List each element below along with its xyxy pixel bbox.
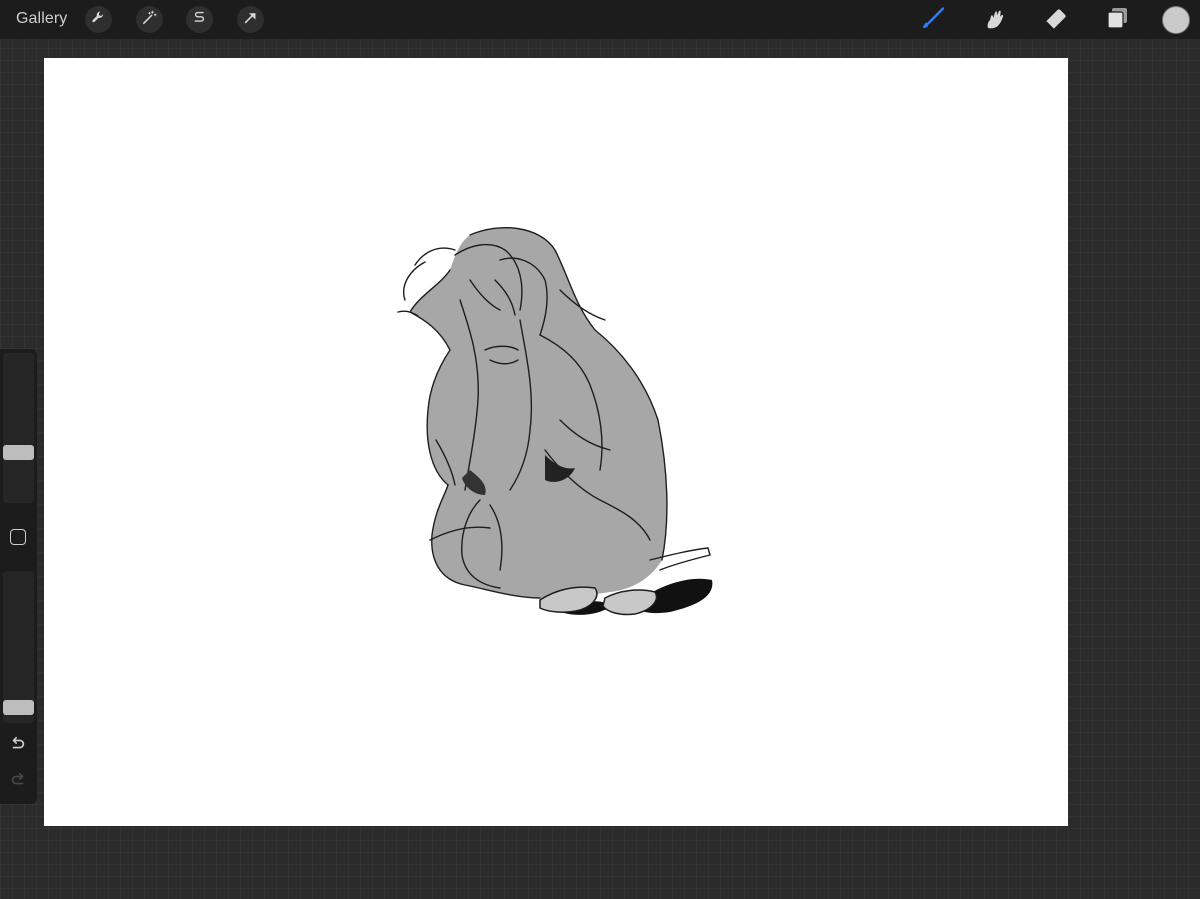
drawing-canvas[interactable]: [44, 58, 1068, 826]
layers-button[interactable]: [1102, 5, 1132, 35]
undo-icon: [9, 735, 27, 758]
smudge-button[interactable]: [979, 5, 1009, 35]
layers-icon: [1104, 5, 1130, 36]
left-sidebar: [0, 349, 37, 804]
brush-size-slider[interactable]: [3, 353, 34, 503]
adjustments-button[interactable]: [136, 6, 163, 33]
transform-button[interactable]: [237, 6, 264, 33]
undo-button[interactable]: [8, 736, 28, 756]
brush-opacity-slider[interactable]: [3, 571, 34, 723]
actions-button[interactable]: [85, 6, 112, 33]
redo-icon: [9, 771, 27, 794]
brush-icon: [920, 5, 946, 36]
smudge-icon: [981, 5, 1007, 36]
paint-brush-button[interactable]: [918, 5, 948, 35]
crouching-figure-artwork: [397, 227, 713, 616]
eraser-button[interactable]: [1041, 5, 1071, 35]
wrench-icon: [90, 9, 107, 31]
magic-wand-icon: [141, 9, 158, 31]
selection-button[interactable]: [186, 6, 213, 33]
top-toolbar: Gallery: [0, 0, 1200, 39]
selection-s-icon: [191, 9, 208, 31]
eraser-icon: [1043, 5, 1069, 36]
redo-button[interactable]: [8, 772, 28, 792]
brush-size-slider-thumb[interactable]: [3, 444, 34, 460]
square-modify-icon[interactable]: [10, 529, 26, 545]
color-picker-button[interactable]: [1162, 6, 1190, 34]
transform-arrow-icon: [242, 9, 259, 31]
brush-opacity-slider-thumb[interactable]: [3, 699, 34, 715]
gallery-button[interactable]: Gallery: [16, 8, 67, 30]
